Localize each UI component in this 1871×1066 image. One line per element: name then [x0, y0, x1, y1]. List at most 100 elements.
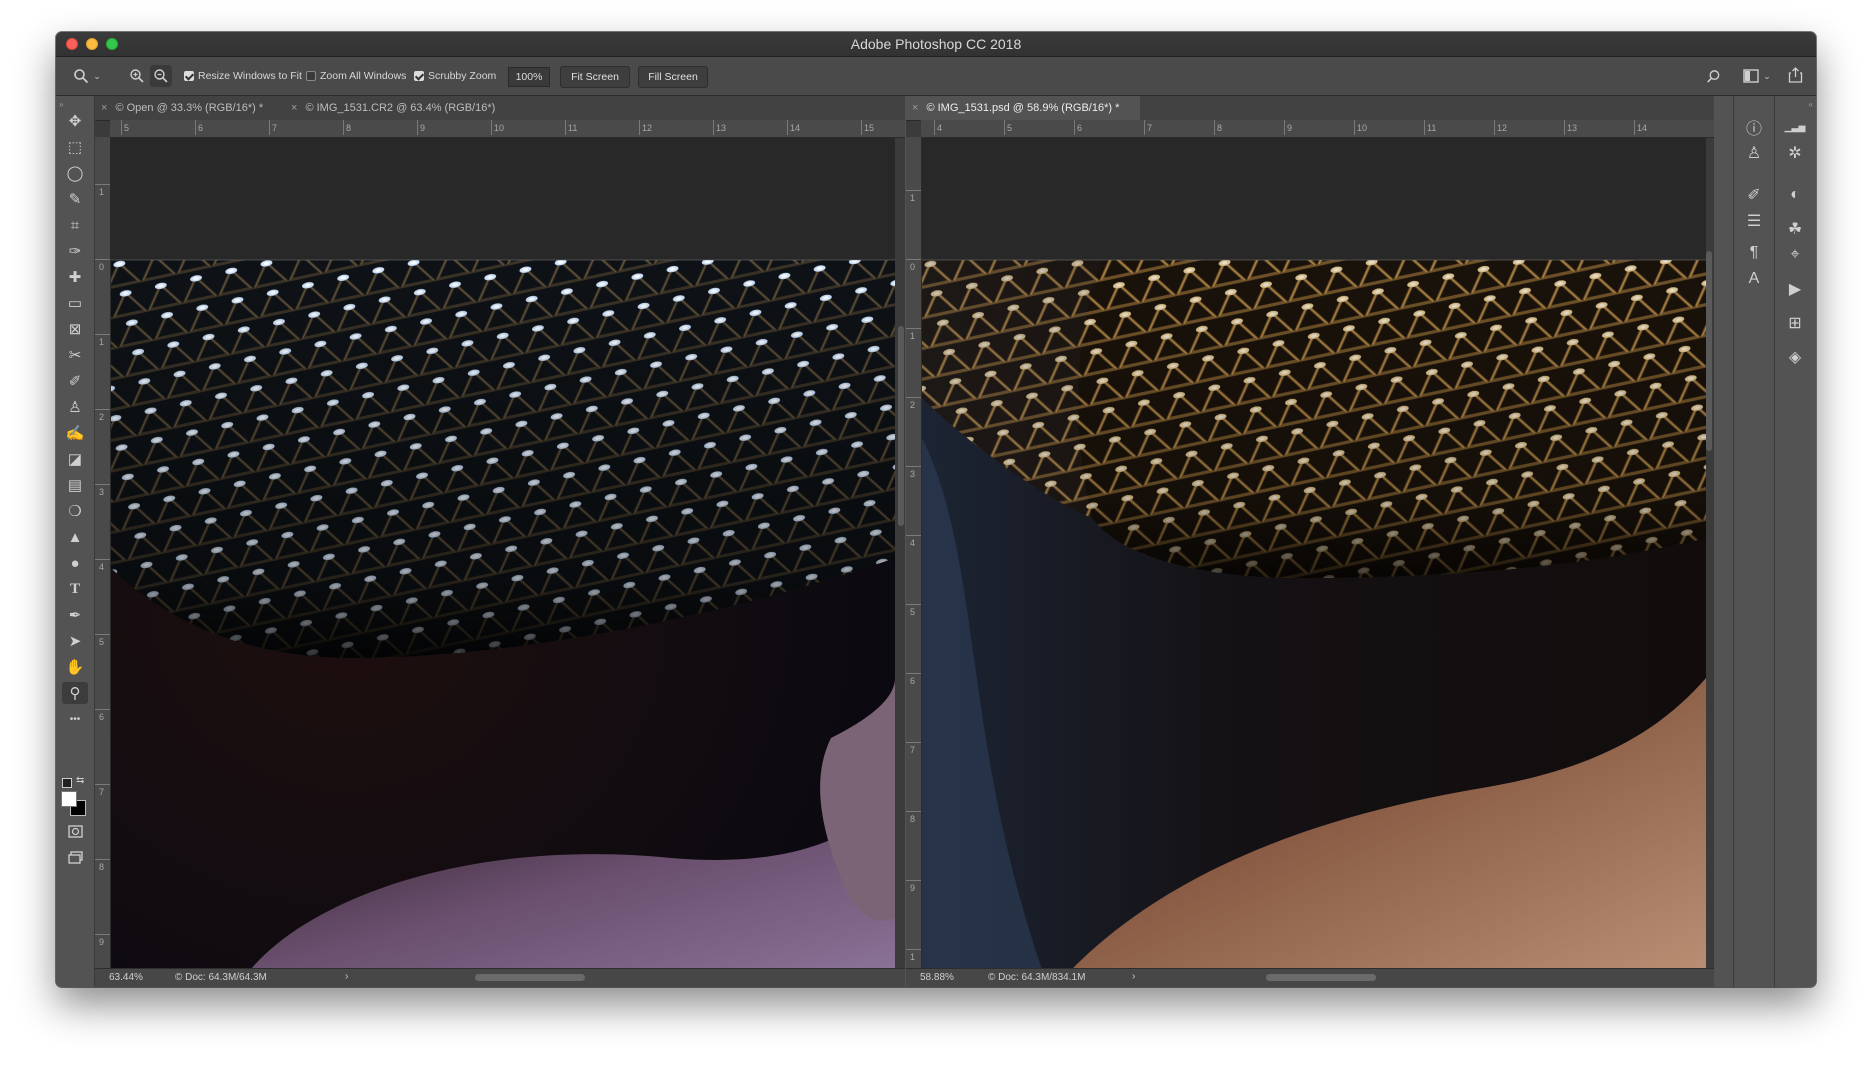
more-tools-icon[interactable]: •••	[62, 708, 88, 730]
eyedropper-tool-icon[interactable]: ✑	[62, 240, 88, 262]
document-size-info[interactable]: © Doc: 64.3M/64.3M	[175, 972, 267, 983]
zoom-window-button[interactable]	[106, 38, 118, 50]
eraser-tool-icon[interactable]: ◪	[62, 448, 88, 470]
swap-colors-icon[interactable]: ⇆	[76, 775, 84, 786]
ruler-tick-label: 9	[1283, 120, 1293, 135]
brush-tool-icon[interactable]: ✐	[62, 370, 88, 392]
clone-stamp-tool-icon[interactable]: ♙	[62, 396, 88, 418]
default-colors-icon[interactable]	[62, 778, 72, 788]
close-tab-icon[interactable]: ×	[101, 102, 107, 114]
adjustments-panel-icon[interactable]: ◐	[1781, 182, 1809, 208]
pen-tool-icon[interactable]: ✒	[62, 604, 88, 626]
zoom-tool-preset-icon[interactable]	[70, 65, 92, 87]
collapse-tools-icon[interactable]: »	[59, 100, 63, 109]
navigator-panel-icon[interactable]: ✲	[1781, 140, 1809, 166]
scrubby-zoom-option[interactable]: Scrubby Zoom	[414, 57, 496, 95]
move-tool-icon[interactable]: ✥	[62, 110, 88, 132]
color-panel-icon[interactable]: ☘	[1781, 216, 1809, 242]
ruler-tool-icon[interactable]: ▭	[62, 292, 88, 314]
panel-dock-column-b: « ▁▃▅ ✲ ◐ ☘ ⌖ ▶ ⊞ ◈	[1774, 96, 1816, 987]
search-icon[interactable]	[1702, 65, 1724, 87]
status-menu-arrow-icon[interactable]: ›	[1132, 971, 1135, 982]
brush-settings-panel-icon[interactable]: ✐	[1740, 182, 1768, 208]
horizontal-ruler[interactable]: 5 6 7 8 9 10 11 12 13 14 15	[110, 120, 905, 138]
tab-open-document[interactable]: × © Open @ 33.3% (RGB/16*) *	[95, 96, 283, 120]
horizontal-ruler[interactable]: 4 5 6 7 8 9 10 11 12 13 14	[921, 120, 1714, 138]
screen-mode-icon[interactable]	[62, 846, 88, 868]
status-menu-arrow-icon[interactable]: ›	[345, 971, 348, 982]
lasso-tool-icon[interactable]: ◯	[62, 162, 88, 184]
vertical-ruler[interactable]: 1 0 1 2 3 4 5 6 7 8 9	[95, 137, 111, 969]
paths-panel-icon[interactable]: ⌖	[1781, 242, 1809, 268]
resize-windows-option[interactable]: Resize Windows to Fit	[184, 57, 302, 95]
right-canvas[interactable]	[922, 138, 1706, 969]
window-controls	[66, 38, 118, 50]
hand-tool-icon[interactable]: ✋	[62, 656, 88, 678]
layers-panel-icon[interactable]: ◈	[1781, 344, 1809, 370]
close-window-button[interactable]	[66, 38, 78, 50]
histogram-panel-icon[interactable]: ▁▃▅	[1781, 114, 1809, 140]
quick-mask-icon[interactable]	[62, 820, 88, 842]
minimize-window-button[interactable]	[86, 38, 98, 50]
patch-tool-icon[interactable]: ✂	[62, 344, 88, 366]
share-icon[interactable]	[1784, 64, 1806, 86]
zoom-out-icon[interactable]	[150, 65, 172, 87]
blur-tool-icon[interactable]: ❍	[62, 500, 88, 522]
ruler-tick-label: 7	[95, 784, 111, 797]
actions-panel-icon[interactable]: ▶	[1781, 276, 1809, 302]
zoom-percent-field[interactable]: 100%	[508, 67, 550, 87]
zoom-all-windows-checkbox[interactable]	[306, 71, 316, 81]
right-horizontal-scrollbar[interactable]	[1266, 974, 1376, 981]
tab-img-1531-cr2[interactable]: × © IMG_1531.CR2 @ 63.4% (RGB/16*)	[285, 96, 545, 120]
ruler-tick-label: 5	[120, 120, 130, 135]
workspace-icon[interactable]	[1740, 65, 1762, 87]
fit-screen-button[interactable]: Fit Screen	[560, 66, 630, 88]
scrubby-zoom-checkbox[interactable]	[414, 71, 424, 81]
ruler-tick-label: 11	[564, 120, 578, 135]
left-vertical-scrollbar[interactable]	[898, 326, 904, 526]
gradient-tool-icon[interactable]: ▤	[62, 474, 88, 496]
properties-panel-icon[interactable]: ☰	[1740, 208, 1768, 234]
zoom-level[interactable]: 58.88%	[920, 972, 954, 983]
zoom-in-icon[interactable]	[126, 65, 148, 87]
preset-chevron-down-icon[interactable]: ⌄	[92, 69, 102, 83]
healing-brush-tool-icon[interactable]: ✚	[62, 266, 88, 288]
ruler-tick-label: 12	[638, 120, 653, 135]
zoom-level[interactable]: 63.44%	[109, 972, 143, 983]
resize-windows-checkbox[interactable]	[184, 71, 194, 81]
quick-selection-tool-icon[interactable]: ✎	[62, 188, 88, 210]
marquee-tool-icon[interactable]: ⬚	[62, 136, 88, 158]
collapse-dock-icon[interactable]: «	[1809, 100, 1813, 109]
dodge-tool-icon[interactable]: ●	[62, 552, 88, 574]
resize-windows-label: Resize Windows to Fit	[198, 70, 302, 82]
crop-tool-icon[interactable]: ⌗	[62, 214, 88, 236]
zoom-tool-icon[interactable]: ⚲	[62, 682, 88, 704]
right-status-bar: 58.88% © Doc: 64.3M/834.1M ›	[906, 968, 1714, 987]
path-selection-tool-icon[interactable]: ➤	[62, 630, 88, 652]
close-tab-icon[interactable]: ×	[912, 102, 918, 114]
close-tab-icon[interactable]: ×	[291, 102, 297, 114]
character-panel-icon[interactable]: A	[1740, 266, 1768, 292]
fill-screen-button[interactable]: Fill Screen	[638, 66, 708, 88]
vertical-ruler[interactable]: 1 0 1 2 3 4 5 6 7 8 9 1	[906, 137, 922, 969]
tab-img-1531-psd[interactable]: × © IMG_1531.psd @ 58.9% (RGB/16*) *	[906, 96, 1140, 120]
history-brush-tool-icon[interactable]: ✍	[62, 422, 88, 444]
left-canvas[interactable]	[111, 138, 895, 969]
frame-tool-icon[interactable]: ⊠	[62, 318, 88, 340]
type-tool-icon[interactable]: T	[62, 578, 88, 600]
clone-source-panel-icon[interactable]: ♙	[1740, 140, 1768, 166]
ruler-tick-label: 8	[1213, 120, 1223, 135]
ruler-tick-label: 3	[95, 484, 111, 497]
libraries-panel-icon[interactable]: ⊞	[1781, 310, 1809, 336]
paragraph-styles-panel-icon[interactable]: ¶	[1740, 240, 1768, 266]
zoom-all-windows-option[interactable]: Zoom All Windows	[306, 57, 406, 95]
ruler-tick-label: 5	[906, 604, 922, 617]
info-panel-icon[interactable]: ⓘ	[1740, 114, 1768, 140]
document-size-info[interactable]: © Doc: 64.3M/834.1M	[988, 972, 1085, 983]
document-image-cool	[111, 138, 895, 969]
sharpen-tool-icon[interactable]: ▲	[62, 526, 88, 548]
foreground-color-swatch[interactable]	[61, 791, 77, 807]
left-horizontal-scrollbar[interactable]	[475, 974, 585, 981]
right-vertical-scrollbar[interactable]	[1706, 251, 1712, 451]
workspace-chevron-down-icon[interactable]: ⌄	[1762, 69, 1772, 83]
